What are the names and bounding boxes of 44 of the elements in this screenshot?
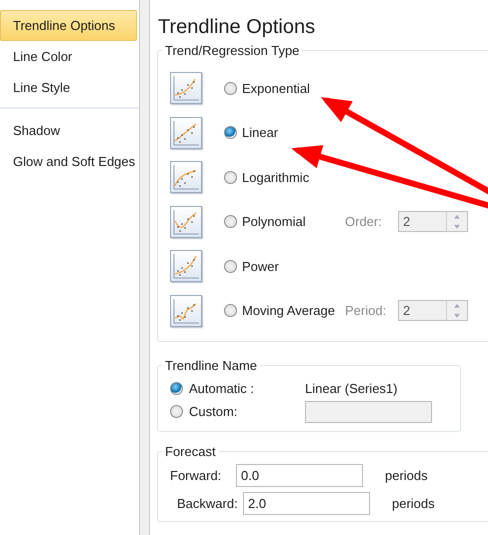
radio-button[interactable] — [224, 170, 237, 184]
field-label: Forward: — [170, 468, 222, 482]
sidebar-item[interactable]: Line Color — [0, 41, 137, 72]
sidebar-item[interactable]: Trendline Options — [0, 10, 137, 41]
trendline-chart-icon — [170, 116, 202, 149]
field-label: Order: — [345, 214, 383, 230]
radio-button[interactable] — [224, 304, 237, 318]
option-label: Power — [242, 258, 280, 274]
up-arrow-icon[interactable] — [454, 215, 460, 219]
radio-button[interactable] — [224, 126, 237, 140]
radio-button[interactable] — [170, 382, 183, 395]
sidebar-item[interactable]: Shadow — [0, 115, 137, 146]
radio-button[interactable] — [224, 215, 237, 228]
unit-label: periods — [392, 496, 435, 510]
down-arrow-icon[interactable] — [454, 314, 460, 318]
up-arrow-icon[interactable] — [454, 304, 460, 308]
trendline-chart-icon — [170, 250, 202, 282]
panel-title: Trendline Options — [158, 16, 316, 39]
group-title: Forecast — [164, 444, 217, 459]
radio-button[interactable] — [224, 82, 237, 95]
option-label: Polynomial — [242, 214, 307, 230]
unit-label: periods — [385, 468, 428, 482]
trendline-chart-icon — [170, 206, 202, 238]
field-label: Backward: — [177, 496, 239, 510]
option-label: Automatic : — [189, 381, 256, 396]
radio-button[interactable] — [170, 405, 183, 418]
trendline-chart-icon — [170, 294, 202, 327]
input-field[interactable]: 2.0 — [243, 492, 370, 514]
option-label: Moving Average — [242, 303, 336, 318]
trendline-chart-icon — [170, 72, 202, 104]
trendline-chart-icon — [170, 161, 202, 194]
radio-button[interactable] — [224, 260, 237, 273]
sidebar-item[interactable]: Line Style — [0, 72, 137, 103]
option-label: Custom: — [189, 404, 238, 419]
group-title: Trendline Name — [164, 358, 258, 373]
option-label: Exponential — [242, 80, 311, 96]
option-label: Linear — [242, 125, 280, 140]
group-title: Trend/Regression Type — [164, 43, 300, 58]
field-label: Period: — [345, 303, 388, 318]
down-arrow-icon[interactable] — [454, 224, 460, 228]
option-label: Logarithmic — [242, 170, 310, 185]
input-field[interactable]: 0.0 — [236, 464, 363, 486]
name-value: Linear (Series1) — [305, 381, 398, 396]
sidebar-item[interactable]: Glow and Soft Edges — [0, 146, 137, 177]
